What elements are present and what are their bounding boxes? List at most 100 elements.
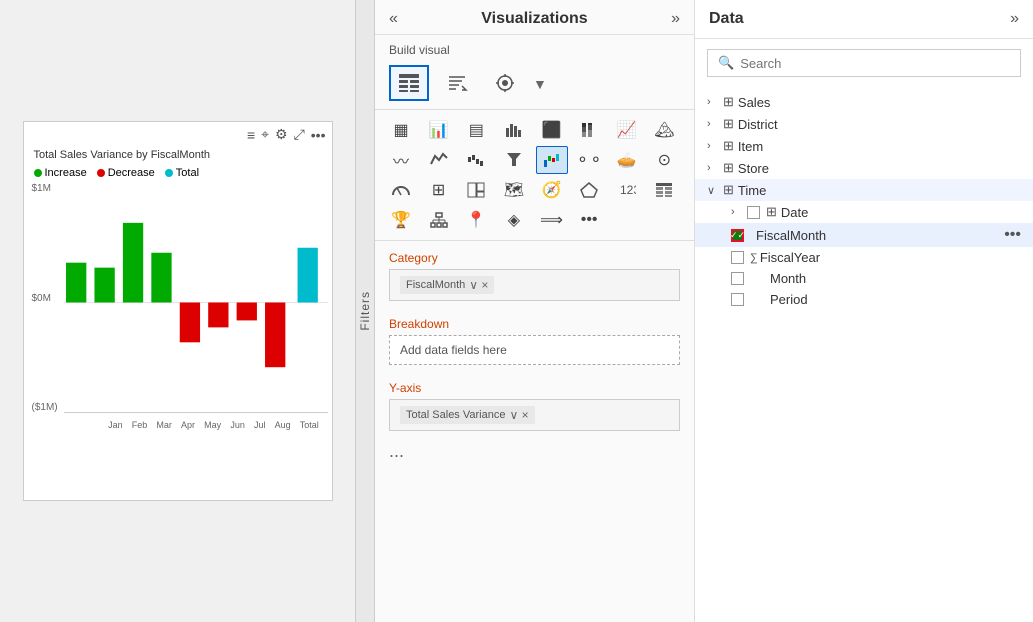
viz-icon-selected[interactable] xyxy=(536,146,568,174)
funnel-svg xyxy=(505,152,523,168)
tree-child-date[interactable]: › ⊞ Date xyxy=(695,201,1033,223)
stacked-col-svg xyxy=(580,122,598,138)
viz-icon-scatter[interactable]: ⚬⚬ xyxy=(573,146,605,174)
x-aug: Aug xyxy=(275,420,291,430)
viz-icon-arrow[interactable]: ⟹ xyxy=(536,206,568,234)
viz-icon-stacked-column[interactable]: ⬛ xyxy=(536,116,568,144)
viz-icon-map[interactable]: 🗺 xyxy=(498,176,530,204)
viz-chevron-down: ▼ xyxy=(533,76,547,92)
ribbon-svg xyxy=(430,152,448,168)
viz-icon-bar[interactable]: 📊 xyxy=(423,116,455,144)
tree-expand-item[interactable]: › xyxy=(707,140,723,152)
viz-icon-100pct-column[interactable] xyxy=(573,116,605,144)
viz-panel-header: « Visualizations » xyxy=(375,0,694,35)
tree-expand-time[interactable]: ∨ xyxy=(707,184,723,197)
data-panel-header: Data » xyxy=(695,0,1033,39)
viz-icon-line[interactable]: 📈 xyxy=(611,116,643,144)
viz-panel-title: Visualizations xyxy=(481,10,587,28)
legend-label-total: Total xyxy=(176,167,199,179)
tree-expand-store[interactable]: › xyxy=(707,162,723,174)
tree-item-time[interactable]: ∨ ⊞ Time xyxy=(695,179,1033,201)
viz-icon-donut[interactable]: ⊙ xyxy=(648,146,680,174)
y-label-1m: $1M xyxy=(32,183,58,194)
viz-icon-ribbon[interactable] xyxy=(423,146,455,174)
breakdown-field-box[interactable]: Add data fields here xyxy=(389,335,680,365)
category-field-box[interactable]: FiscalMonth ∨ × xyxy=(389,269,680,301)
treemap-svg xyxy=(467,182,485,198)
fiscal-month-more[interactable]: ••• xyxy=(1004,226,1021,244)
viz-top-icons: ▼ xyxy=(375,61,694,110)
viz-icon-line2[interactable]: 〰 xyxy=(385,146,417,174)
tree-item-store[interactable]: › ⊞ Store xyxy=(695,157,1033,179)
checkbox-fiscal-month[interactable]: ✓ xyxy=(731,229,744,242)
tree-expand-date[interactable]: › xyxy=(731,206,747,218)
viz-icon-matrix[interactable]: ⊞ xyxy=(423,176,455,204)
viz-icon-more[interactable]: ••• xyxy=(573,206,605,234)
tree-label-fiscal-month: FiscalMonth xyxy=(756,228,1004,243)
viz-icon-filled-map[interactable]: 🧭 xyxy=(536,176,568,204)
more-icon[interactable]: ••• xyxy=(311,127,326,143)
pin-icon[interactable]: ⌖ xyxy=(261,126,269,143)
viz-icon-pie[interactable]: 🥧 xyxy=(611,146,643,174)
tree-item-district[interactable]: › ⊞ District xyxy=(695,113,1033,135)
viz-icon-kpi[interactable]: 🏆 xyxy=(385,206,417,234)
viz-format-icon[interactable] xyxy=(485,65,525,101)
viz-icon-stacked-bar[interactable]: ▦ xyxy=(385,116,417,144)
viz-icon-waterfall[interactable] xyxy=(460,146,492,174)
menu-icon[interactable]: ≡ xyxy=(247,127,255,143)
tree-expand-district[interactable]: › xyxy=(707,118,723,130)
checkbox-fiscal-year[interactable] xyxy=(731,251,744,264)
checkbox-date[interactable] xyxy=(747,206,760,219)
viz-expand-button[interactable]: » xyxy=(671,11,680,27)
checkbox-month[interactable] xyxy=(731,272,744,285)
legend-dot-total xyxy=(165,169,173,177)
yaxis-clear-btn[interactable]: ∨ × xyxy=(509,408,528,422)
checkbox-period[interactable] xyxy=(731,293,744,306)
viz-icon-table2[interactable] xyxy=(648,176,680,204)
viz-collapse-button[interactable]: « xyxy=(389,11,398,27)
tree-item-sales[interactable]: › ⊞ Sales xyxy=(695,91,1033,113)
filter-icon[interactable]: ⚙ xyxy=(275,126,288,143)
tree-child-fiscal-year[interactable]: ∑ FiscalYear xyxy=(695,247,1033,268)
y-labels: $1M $0M ($1M) xyxy=(32,183,58,413)
legend-total: Total xyxy=(165,167,199,179)
tree-child-fiscal-month[interactable]: ✓ FiscalMonth ••• xyxy=(695,223,1033,247)
chart-card: ≡ ⌖ ⚙ ⤢ ••• Total Sales Variance by Fisc… xyxy=(23,121,333,501)
tree-item-item[interactable]: › ⊞ Item xyxy=(695,135,1033,157)
tree-label-fiscal-year: FiscalYear xyxy=(760,250,1021,265)
viz-icon-gauge[interactable] xyxy=(385,176,417,204)
expand-icon[interactable]: ⤢ xyxy=(294,126,305,143)
viz-icon-area[interactable]: 🏔 xyxy=(648,116,680,144)
category-clear-btn[interactable]: ∨ × xyxy=(469,278,488,292)
tree-child-month[interactable]: Month xyxy=(695,268,1033,289)
data-panel-expand-btn[interactable]: » xyxy=(1010,11,1019,27)
chart-area: ≡ ⌖ ⚙ ⤢ ••• Total Sales Variance by Fisc… xyxy=(0,0,355,622)
yaxis-field-box[interactable]: Total Sales Variance ∨ × xyxy=(389,399,680,431)
y-label-0m: $0M xyxy=(32,293,58,304)
yaxis-tag: Total Sales Variance ∨ × xyxy=(400,406,535,424)
chart-toolbar: ≡ ⌖ ⚙ ⤢ ••• xyxy=(24,122,332,147)
viz-icon-column[interactable] xyxy=(498,116,530,144)
yaxis-label: Y-axis xyxy=(389,381,680,395)
search-input[interactable] xyxy=(740,56,1010,71)
tree-expand-sales[interactable]: › xyxy=(707,96,723,108)
x-feb: Feb xyxy=(132,420,148,430)
viz-icon-100pct-bar[interactable]: ▤ xyxy=(460,116,492,144)
viz-icon-pin[interactable]: 📍 xyxy=(460,206,492,234)
more-dots-btn[interactable]: ... xyxy=(375,437,694,466)
viz-icon-shape-map[interactable] xyxy=(573,176,605,204)
chart-title: Total Sales Variance by FiscalMonth xyxy=(24,147,332,165)
viz-fields-icon[interactable] xyxy=(437,65,477,101)
viz-icon-diamond[interactable]: ◈ xyxy=(498,206,530,234)
x-jan: Jan xyxy=(108,420,123,430)
viz-icon-card[interactable]: 123 xyxy=(611,176,643,204)
tree-label-date: Date xyxy=(781,205,1021,220)
build-visual-label: Build visual xyxy=(375,35,694,61)
viz-table-icon[interactable] xyxy=(389,65,429,101)
viz-icon-treemap[interactable] xyxy=(460,176,492,204)
category-section: Category FiscalMonth ∨ × xyxy=(375,241,694,307)
viz-icon-decomp[interactable] xyxy=(423,206,455,234)
viz-icon-funnel[interactable] xyxy=(498,146,530,174)
filters-tab[interactable]: Filters xyxy=(355,0,375,622)
tree-child-period[interactable]: Period xyxy=(695,289,1033,310)
